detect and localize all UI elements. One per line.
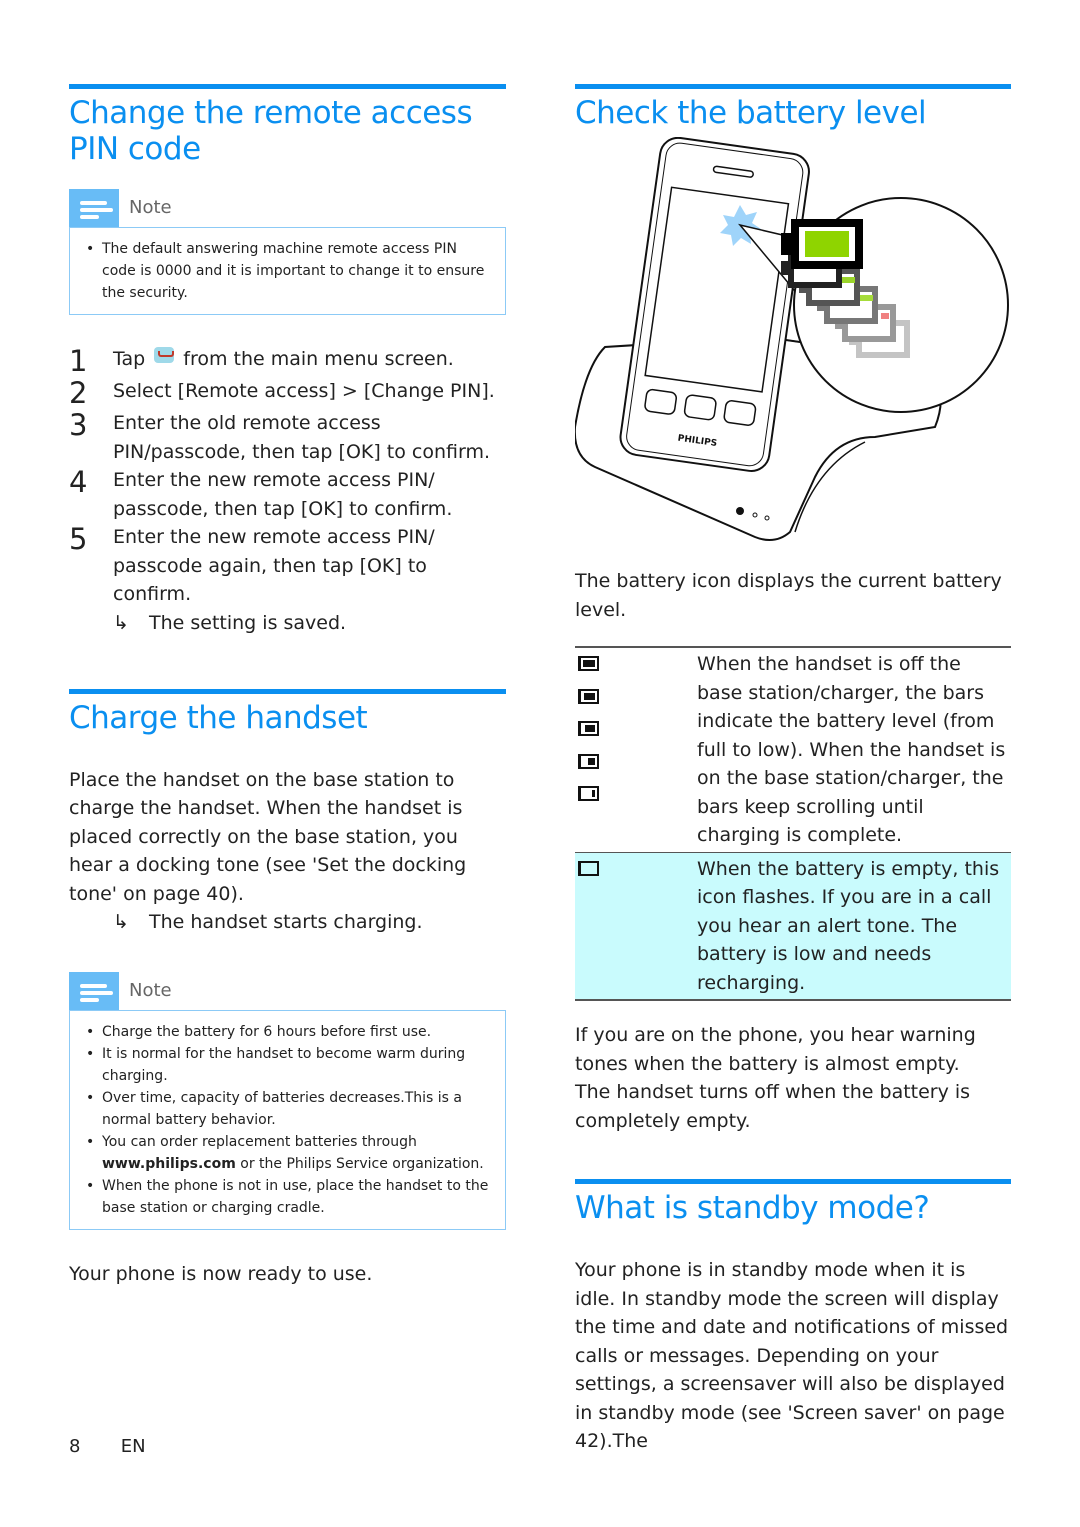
step-3: 3 Enter the old remote access PIN/passco…: [69, 408, 491, 463]
battery-table-row-empty: When the battery is empty, this icon fla…: [575, 851, 1011, 999]
battery-50-icon: [578, 721, 599, 736]
left-column: Change the remote access PIN code Note T…: [69, 84, 506, 1289]
charge-body: Place the handset on the base station to…: [69, 768, 467, 905]
battery-after-1: If you are on the phone, you hear warnin…: [575, 1024, 976, 1075]
battery-75-icon: [578, 688, 599, 704]
battery-table: When the handset is off the base station…: [575, 646, 1011, 1001]
battery-25-icon: [578, 753, 599, 769]
step-4: 4 Enter the new remote access PIN/ passc…: [69, 465, 453, 520]
battery-after-2: The handset turns off when the battery i…: [575, 1081, 971, 1132]
section-title: Charge the handset: [69, 699, 368, 736]
section-title: What is standby mode?: [575, 1190, 930, 1226]
charge-result: ↳ The handset starts charging.: [69, 908, 506, 936]
note-item: It is normal for the handset to become w…: [80, 1043, 495, 1087]
note-label: Note: [129, 980, 172, 1001]
result-arrow-icon: ↳: [113, 611, 129, 634]
note-item: Over time, capacity of batteries decreas…: [80, 1087, 495, 1131]
handset-dock-illustration: PHILIPS: [573, 136, 1011, 557]
section-divider: [69, 688, 506, 694]
step-2: 2 Select [Remote access] > [Change PIN].: [69, 376, 495, 410]
note-item: When the phone is not in use, place the …: [80, 1175, 495, 1219]
battery-desc: When the battery is empty, this icon fla…: [697, 857, 1000, 994]
page-footer: 8 EN: [69, 1436, 146, 1457]
battery-intro: The battery icon displays the current ba…: [575, 570, 1002, 621]
section-standby-mode: What is standby mode? Your phone is in s…: [575, 1179, 1011, 1456]
note-label: Note: [129, 197, 172, 218]
section-title: Check the battery level: [575, 95, 927, 131]
battery-icon-column: [575, 648, 697, 852]
step-5: 5 Enter the new remote access PIN/ passc…: [69, 522, 435, 605]
philips-link[interactable]: www.philips.com: [102, 1156, 236, 1172]
note-item: You can order replacement batteries thro…: [80, 1131, 495, 1175]
note-item: The default answering machine remote acc…: [80, 238, 495, 304]
right-column: Check the battery level PHILIPS The batt…: [573, 84, 1011, 1456]
battery-low-icon: [578, 786, 599, 801]
section-battery-level: Check the battery level PHILIPS The batt…: [573, 84, 1011, 1135]
section-change-remote-pin: Change the remote access PIN code Note T…: [69, 84, 506, 637]
battery-table-row: When the handset is off the base station…: [575, 648, 1011, 852]
note-box: Note The default answering machine remot…: [69, 189, 506, 315]
result-arrow-icon: ↳: [113, 911, 129, 933]
page-number: 8: [69, 1436, 81, 1457]
voicemail-icon: [154, 347, 175, 363]
battery-full-icon: [578, 656, 599, 671]
battery-empty-icon: [578, 860, 599, 876]
section-divider: [69, 84, 506, 89]
language-code: EN: [120, 1436, 146, 1457]
step-result: ↳ The setting is saved.: [69, 609, 506, 637]
note-icon: [69, 972, 119, 1010]
note-icon: [69, 189, 119, 227]
step-list: 1 Tap from the main menu screen. 2 Selec…: [69, 345, 506, 637]
section-title: Change the remote access PIN code: [69, 95, 473, 167]
ready-text: Your phone is now ready to use.: [69, 1263, 373, 1285]
section-charge-handset: Charge the handset Place the handset on …: [69, 688, 506, 1289]
standby-body: Your phone is in standby mode when it is…: [575, 1259, 1009, 1452]
note-box: Note Charge the battery for 6 hours befo…: [69, 972, 506, 1230]
section-divider: [575, 84, 1011, 89]
handset-illustration-svg: PHILIPS: [573, 136, 1009, 542]
section-divider: [575, 1179, 1011, 1184]
note-item: Charge the battery for 6 hours before fi…: [80, 1021, 495, 1043]
step-1: 1 Tap from the main menu screen.: [69, 344, 454, 378]
battery-desc: When the handset is off the base station…: [697, 653, 1006, 846]
